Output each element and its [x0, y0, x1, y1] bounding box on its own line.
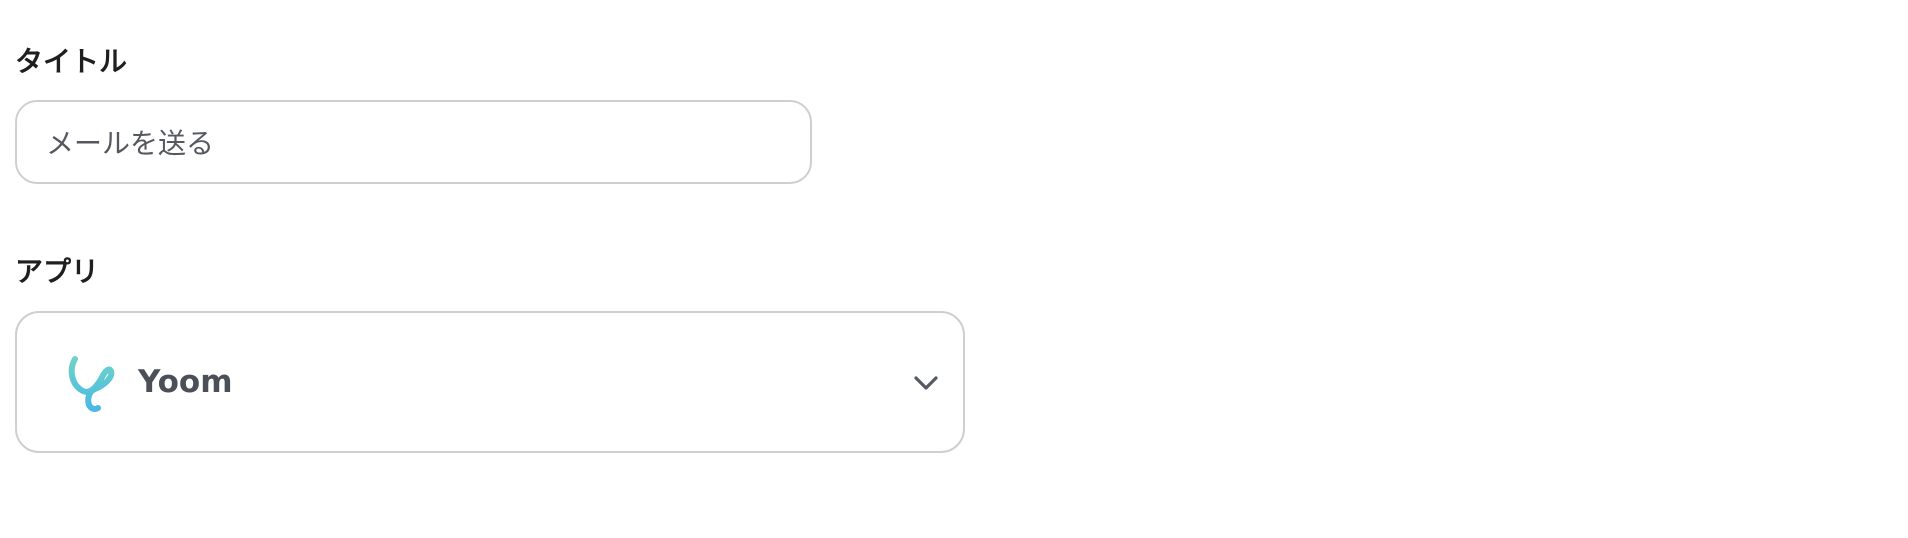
- title-input[interactable]: メールを送る: [15, 100, 812, 184]
- selected-app-name: Yoom: [138, 364, 233, 400]
- app-select-dropdown[interactable]: Yoom: [15, 311, 965, 453]
- app-label: アプリ: [15, 255, 100, 288]
- chevron-down-icon[interactable]: [913, 370, 939, 396]
- yoom-logo-icon: [68, 356, 115, 412]
- title-input-value: メールを送る: [46, 127, 215, 160]
- title-label: タイトル: [15, 45, 128, 78]
